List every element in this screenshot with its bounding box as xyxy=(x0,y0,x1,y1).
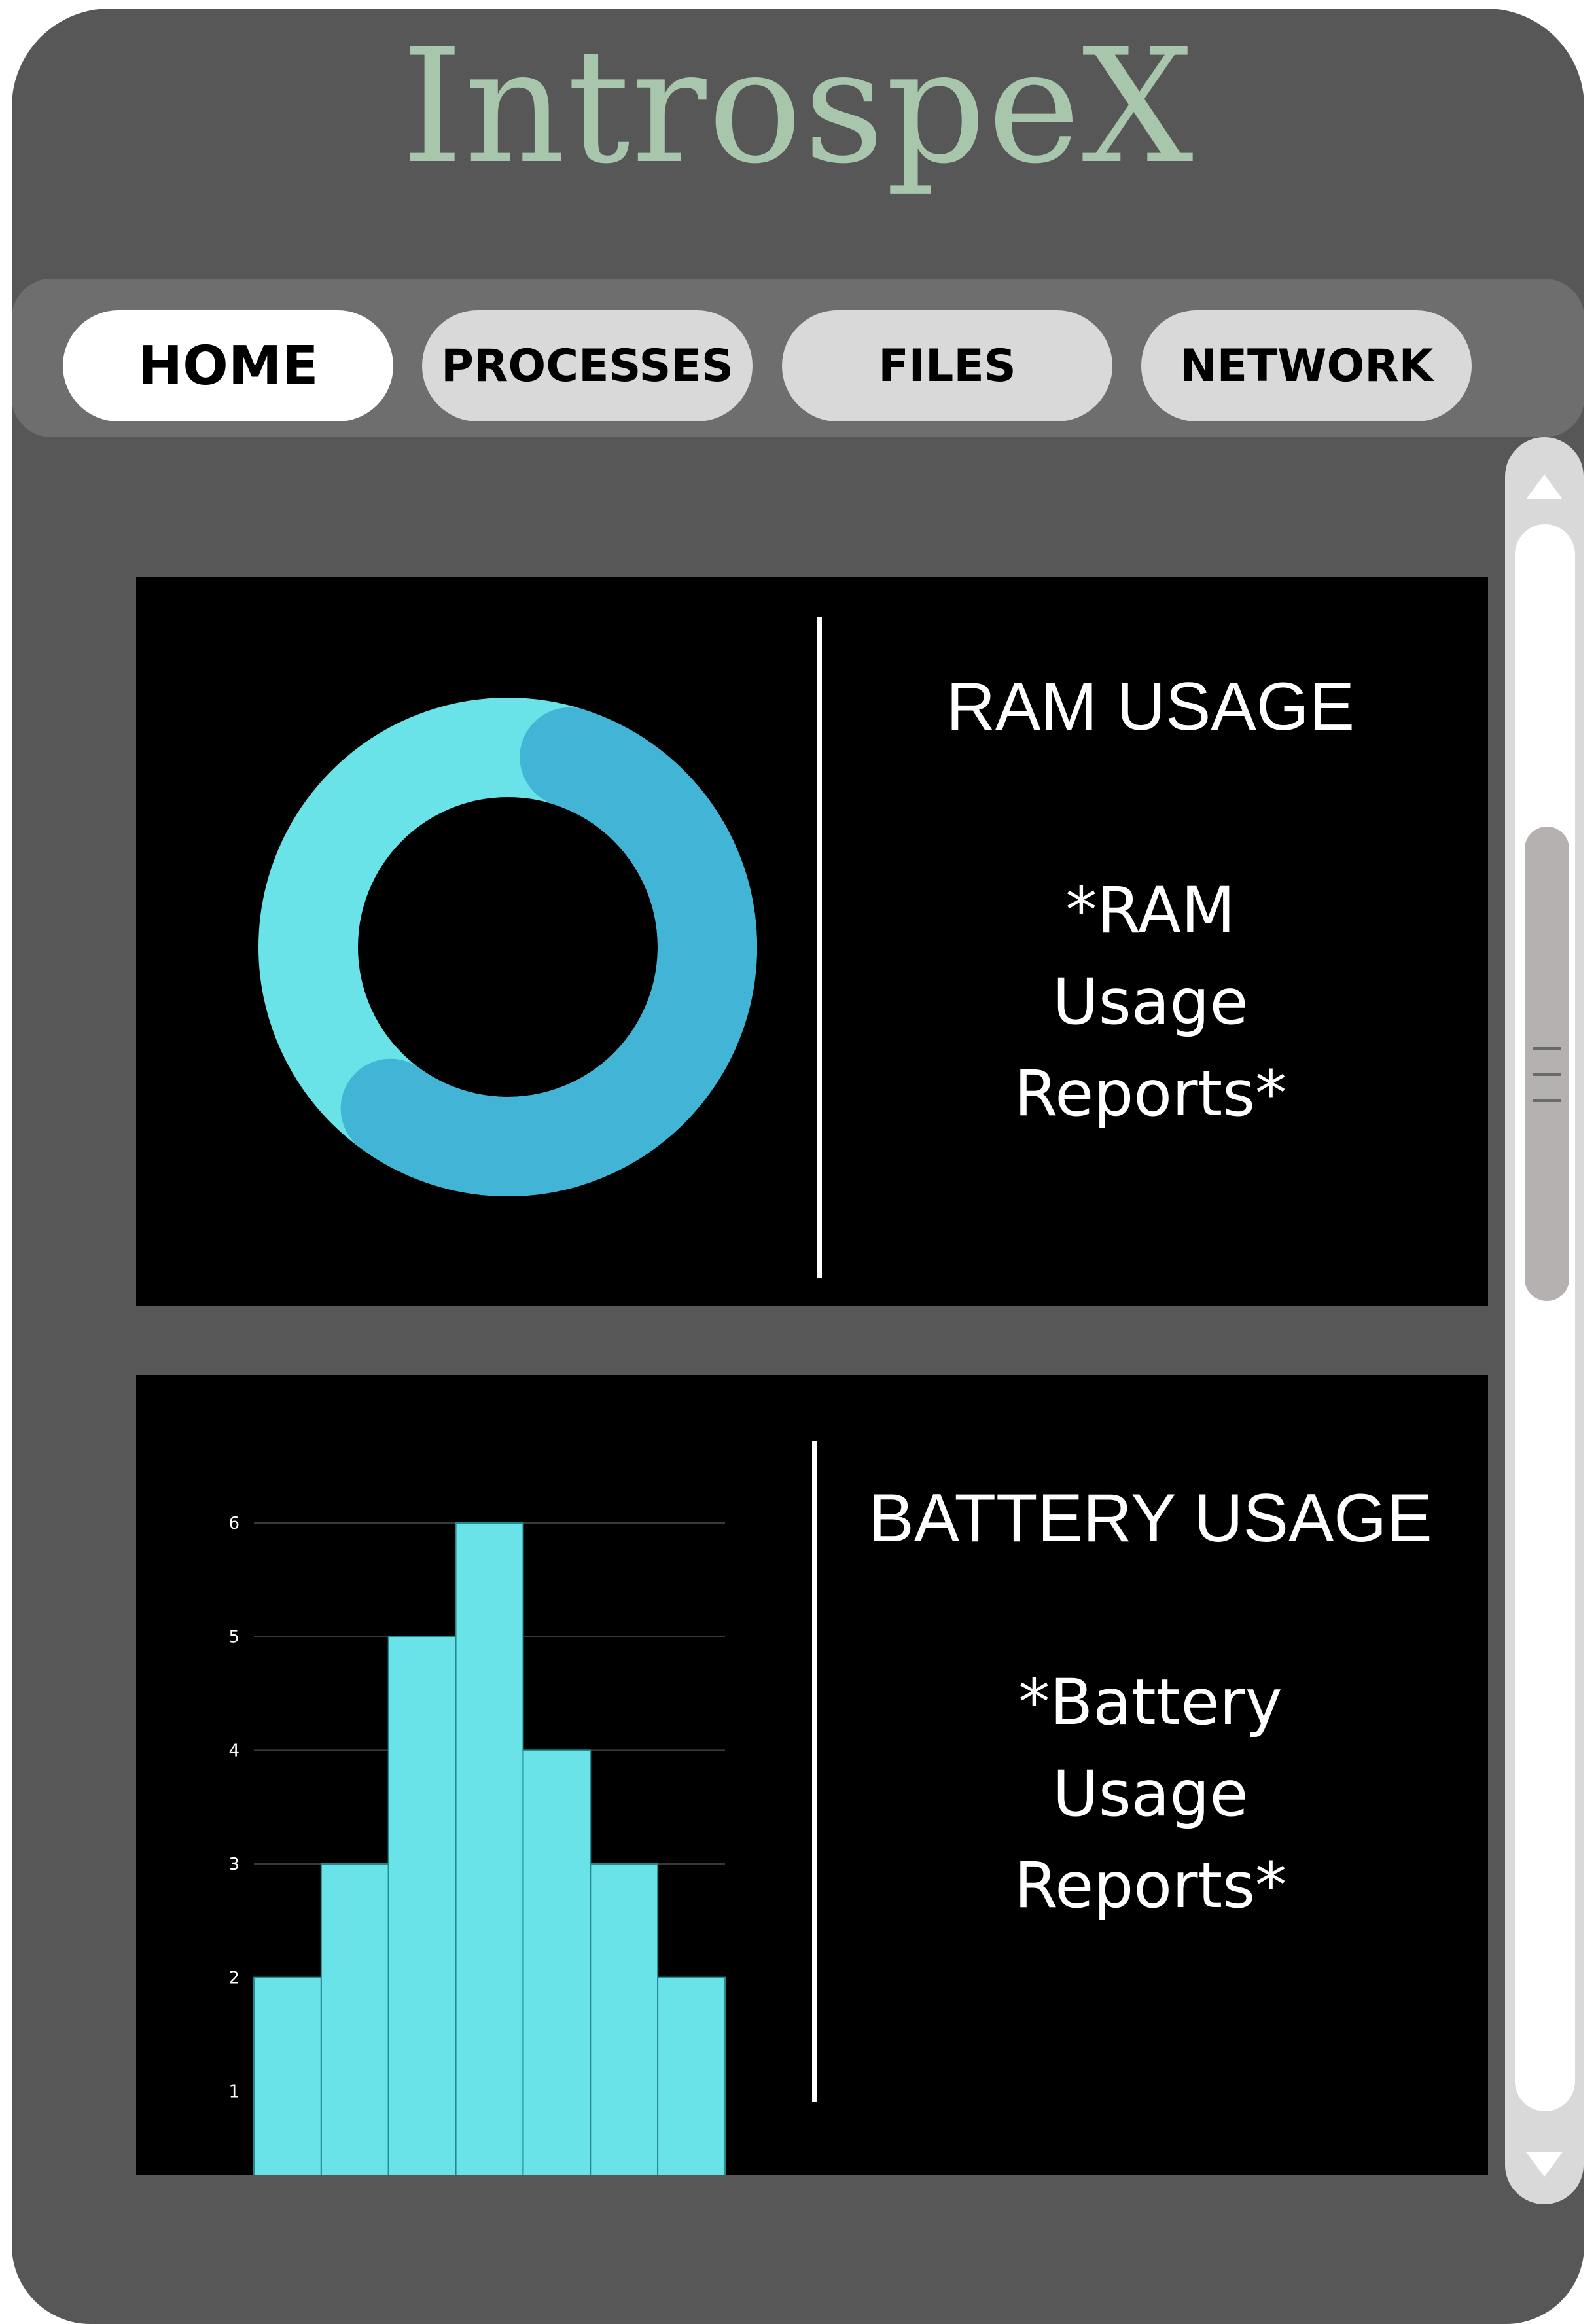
histogram-bar xyxy=(522,1749,592,2175)
battery-usage-title: BATTERY USAGE xyxy=(868,1480,1432,1556)
y-tick-label: 2 xyxy=(228,1969,239,1988)
tab-files[interactable]: FILES xyxy=(782,310,1112,421)
scroll-thumb[interactable] xyxy=(1525,827,1569,1301)
scroll-track[interactable] xyxy=(1515,524,1575,2111)
battery-usage-panel: 012345602468101214 BATTERY USAGE *Batter… xyxy=(136,1375,1488,2175)
triangle-up-icon[interactable] xyxy=(1526,474,1563,499)
app-window: IntrospeX HOME PROCESSES FILES NETWORK R… xyxy=(12,9,1584,2324)
histogram-bar xyxy=(320,1863,389,2175)
histogram-bar xyxy=(590,1863,659,2175)
panel-divider xyxy=(812,1441,817,2102)
ram-usage-panel: RAM USAGE *RAM Usage Reports* xyxy=(136,577,1488,1306)
ram-desc-line-1: *RAM xyxy=(1065,874,1235,947)
battery-usage-description: *Battery Usage Reports* xyxy=(889,1656,1412,1931)
y-tick-label: 5 xyxy=(228,1628,239,1647)
histogram-bar xyxy=(455,1522,524,2175)
nav-bar: HOME PROCESSES FILES NETWORK xyxy=(12,279,1584,437)
app-title: IntrospeX xyxy=(401,15,1195,198)
y-tick-label: 6 xyxy=(228,1514,239,1533)
tab-processes[interactable]: PROCESSES xyxy=(422,310,753,421)
ram-usage-description: *RAM Usage Reports* xyxy=(889,865,1412,1139)
grip-line-icon xyxy=(1533,1047,1561,1050)
battery-desc-line-2: Usage xyxy=(1052,1757,1249,1831)
battery-desc-line-3: Reports* xyxy=(1014,1849,1287,1922)
histogram-bar xyxy=(657,1976,726,2175)
grip-line-icon xyxy=(1533,1099,1561,1102)
battery-desc-line-1: *Battery xyxy=(1018,1666,1283,1739)
ram-desc-line-3: Reports* xyxy=(1014,1057,1287,1130)
y-tick-label: 1 xyxy=(228,2082,239,2101)
tab-home[interactable]: HOME xyxy=(63,310,393,421)
vertical-scrollbar[interactable] xyxy=(1505,437,1584,2204)
triangle-down-icon[interactable] xyxy=(1526,2152,1563,2177)
grip-line-icon xyxy=(1533,1073,1561,1076)
tab-network[interactable]: NETWORK xyxy=(1141,310,1472,421)
y-tick-label: 3 xyxy=(228,1855,239,1874)
ram-desc-line-2: Usage xyxy=(1052,965,1249,1039)
battery-histogram: 012345602468101214 xyxy=(228,1514,726,2175)
ram-donut-chart xyxy=(258,698,757,1196)
histogram-bar xyxy=(253,1976,322,2175)
ram-usage-title: RAM USAGE xyxy=(946,669,1355,745)
panel-divider xyxy=(817,617,822,1278)
histogram-bar xyxy=(387,1636,457,2175)
y-tick-label: 4 xyxy=(228,1741,239,1761)
